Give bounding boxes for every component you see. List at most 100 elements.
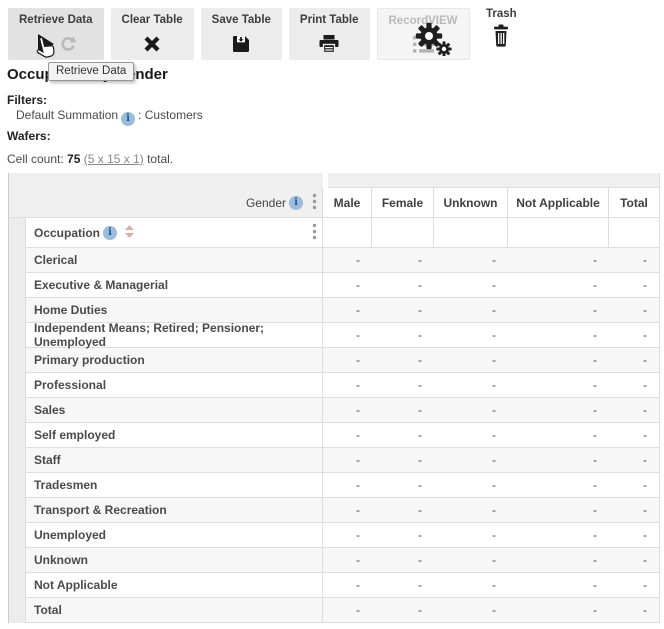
- filter-label: Default Summation: [16, 108, 118, 122]
- data-cell: -: [323, 273, 372, 297]
- row-axis-label: Occupation: [34, 226, 100, 240]
- table-row: -----: [323, 448, 659, 473]
- table-row: -----: [323, 423, 659, 448]
- info-icon[interactable]: i: [289, 196, 303, 210]
- data-cell: -: [372, 548, 434, 572]
- data-cell: -: [434, 348, 508, 372]
- settings-gear-button[interactable]: [414, 22, 454, 59]
- data-cell: -: [609, 573, 659, 597]
- data-cell: -: [508, 323, 609, 347]
- table-row: -----: [323, 548, 659, 573]
- cell-count-suffix: total.: [144, 152, 173, 166]
- data-cell: -: [372, 498, 434, 522]
- data-cell: -: [609, 498, 659, 522]
- table-row: -----: [323, 348, 659, 373]
- filter-value: Customers: [145, 108, 203, 122]
- data-cell: -: [609, 398, 659, 422]
- column-axis-header: Gender i: [9, 188, 323, 218]
- wafers-heading: Wafers:: [7, 129, 51, 143]
- data-cell: -: [323, 398, 372, 422]
- data-cell: -: [434, 298, 508, 322]
- data-cell: -: [609, 273, 659, 297]
- data-cell: -: [372, 273, 434, 297]
- data-cell: -: [434, 373, 508, 397]
- column-header-empty-cell: [434, 218, 508, 248]
- kebab-menu-icon[interactable]: [312, 193, 317, 213]
- data-cell: -: [434, 573, 508, 597]
- table-header-strip-left: [9, 173, 323, 188]
- save-table-label: Save Table: [212, 14, 271, 26]
- row-label: Staff: [26, 448, 323, 473]
- data-cell: -: [323, 598, 372, 622]
- data-cell: -: [434, 473, 508, 497]
- column-header-empty-cell: [609, 218, 659, 248]
- data-cell: -: [434, 423, 508, 447]
- info-icon[interactable]: i: [103, 226, 117, 240]
- trash-button[interactable]: Trash: [486, 8, 517, 51]
- save-table-button[interactable]: Save Table: [201, 8, 282, 60]
- data-cell: -: [508, 398, 609, 422]
- data-cell: -: [372, 373, 434, 397]
- gears-icon: [414, 44, 454, 59]
- column-header-empty-cell: [323, 218, 372, 248]
- tooltip: Retrieve Data: [48, 62, 134, 81]
- table-row: -----: [323, 598, 659, 623]
- column-header-empty-cell: [508, 218, 609, 248]
- row-gutter: [9, 218, 26, 623]
- table-row: -----: [323, 298, 659, 323]
- column-header-not-applicable: Not Applicable: [508, 188, 609, 218]
- column-header-total: Total: [609, 188, 659, 218]
- row-label: Primary production: [26, 348, 323, 373]
- data-cell: -: [372, 473, 434, 497]
- print-table-button[interactable]: Print Table: [289, 8, 370, 60]
- data-cell: -: [323, 498, 372, 522]
- data-cell: -: [434, 523, 508, 547]
- data-cell: -: [508, 598, 609, 622]
- trash-label: Trash: [486, 8, 517, 20]
- data-cell: -: [372, 298, 434, 322]
- info-icon[interactable]: i: [121, 112, 135, 126]
- data-cell: -: [434, 398, 508, 422]
- data-cell: -: [323, 523, 372, 547]
- data-cell: -: [609, 473, 659, 497]
- data-cell: -: [372, 398, 434, 422]
- data-cell: -: [323, 348, 372, 372]
- toolbar: Retrieve Data Clear Table Save Tab: [8, 8, 470, 60]
- data-cell: -: [508, 498, 609, 522]
- data-cell: -: [508, 248, 609, 272]
- filter-separator: :: [138, 108, 145, 122]
- data-cell: -: [508, 523, 609, 547]
- data-cell: -: [372, 348, 434, 372]
- column-header-empty-row: [323, 218, 659, 248]
- row-labels: ClericalExecutive & ManagerialHome Dutie…: [26, 248, 323, 623]
- filters-heading: Filters:: [7, 93, 47, 107]
- data-cell: -: [323, 448, 372, 472]
- retrieve-data-label: Retrieve Data: [19, 14, 93, 26]
- cell-count-prefix: Cell count:: [7, 152, 67, 166]
- trash-can-icon: [492, 20, 510, 51]
- table-row: -----: [323, 398, 659, 423]
- row-label: Professional: [26, 373, 323, 398]
- data-cell: -: [434, 273, 508, 297]
- data-cell: -: [323, 248, 372, 272]
- column-header-female: Female: [372, 188, 434, 218]
- data-cell: -: [434, 448, 508, 472]
- data-cell: -: [508, 448, 609, 472]
- table-row: -----: [323, 473, 659, 498]
- table-row: -----: [323, 523, 659, 548]
- row-label: Tradesmen: [26, 473, 323, 498]
- data-cell: -: [609, 448, 659, 472]
- row-label: Unknown: [26, 548, 323, 573]
- clear-table-button[interactable]: Clear Table: [111, 8, 194, 60]
- data-cell: -: [508, 473, 609, 497]
- data-cell: -: [372, 573, 434, 597]
- data-cell: -: [508, 298, 609, 322]
- row-label: Sales: [26, 398, 323, 423]
- sort-icon[interactable]: [125, 225, 134, 241]
- table-row: -----: [323, 373, 659, 398]
- data-cell: -: [609, 598, 659, 622]
- kebab-menu-icon[interactable]: [312, 223, 317, 243]
- cell-count-link[interactable]: (5 x 15 x 1): [84, 152, 144, 166]
- data-cell: -: [372, 248, 434, 272]
- data-cell: -: [434, 323, 508, 347]
